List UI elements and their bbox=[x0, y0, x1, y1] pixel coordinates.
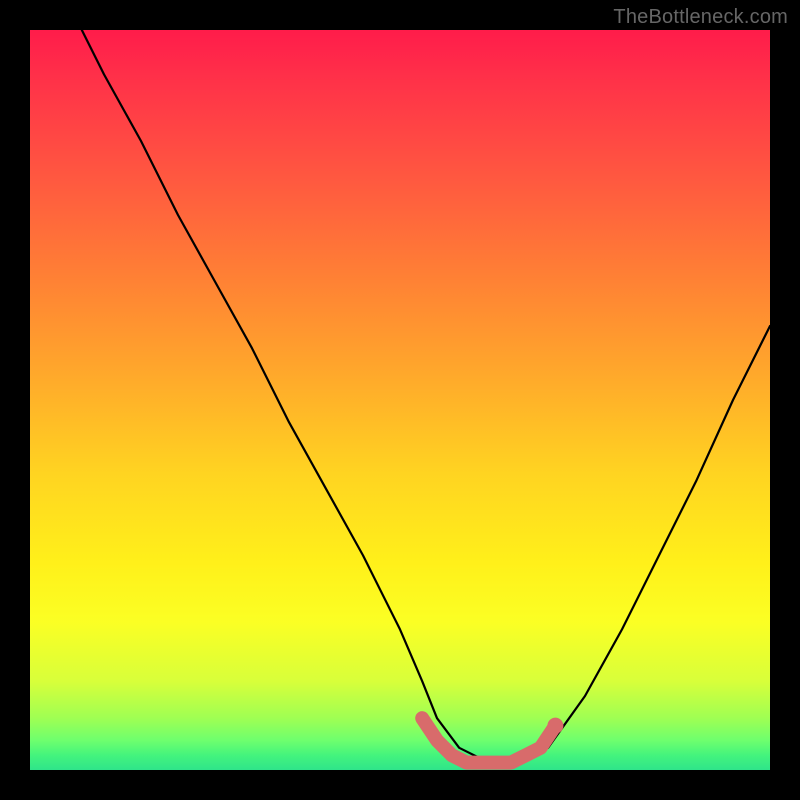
chart-frame: TheBottleneck.com bbox=[0, 0, 800, 800]
chart-svg bbox=[30, 30, 770, 770]
plot-area bbox=[30, 30, 770, 770]
optimal-marker-dot bbox=[547, 718, 563, 734]
attribution-label: TheBottleneck.com bbox=[613, 6, 788, 29]
bottleneck-curve-path bbox=[82, 30, 770, 763]
